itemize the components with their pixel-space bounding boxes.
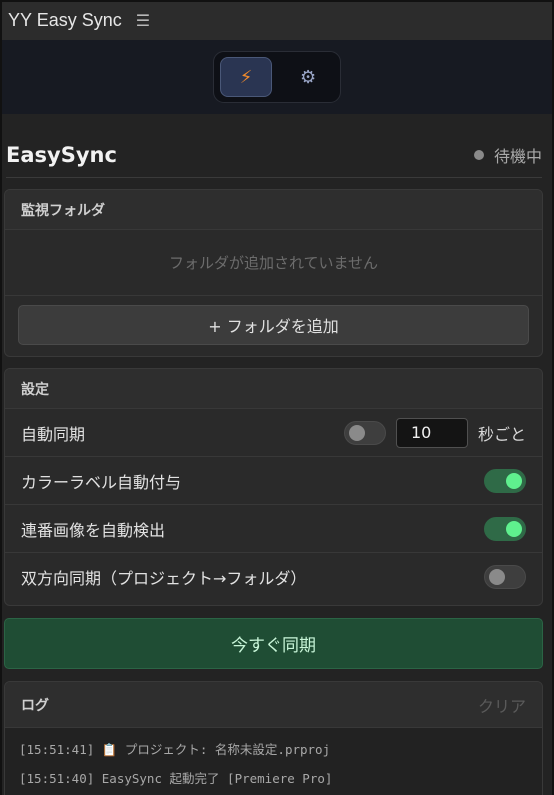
settings-mode-button[interactable]: ⚙ — [282, 57, 334, 97]
bidirectional-label: 双方向同期（プロジェクト→フォルダ） — [21, 569, 307, 588]
hamburger-icon[interactable]: ☰ — [136, 11, 150, 30]
auto-sync-label: 自動同期 — [21, 424, 86, 444]
interval-unit: 秒ごと — [477, 424, 526, 444]
log-line: [15:51:40] EasySync 起動完了 [Premiere Pro] — [19, 771, 333, 786]
bidirectional-toggle[interactable] — [484, 565, 526, 589]
settings-heading: 設定 — [5, 369, 542, 409]
window-title: YY Easy Sync — [8, 9, 122, 30]
mode-switcher: ⚡ ⚙ — [213, 51, 341, 103]
watch-folders-title: 監視フォルダ — [21, 202, 105, 219]
lightning-icon: ⚡ — [239, 66, 253, 88]
sequence-detect-label: 連番画像を自動検出 — [21, 520, 166, 540]
mode-bar: ⚡ ⚙ — [0, 40, 554, 114]
sync-interval-input[interactable] — [395, 417, 468, 448]
color-label-toggle[interactable] — [484, 468, 526, 493]
settings-panel: 設定 自動同期 秒ごと カラーラベル自動付与 連番画像を自動検出 双方向同期（プ… — [4, 368, 543, 606]
status-dot-icon — [473, 149, 484, 160]
status-indicator: 待機中 — [473, 143, 542, 167]
auto-sync-toggle[interactable] — [343, 420, 386, 445]
log-title: ログ — [21, 697, 49, 714]
sequence-detect-toggle[interactable] — [484, 516, 526, 541]
app-title: EasySync — [6, 142, 117, 167]
settings-title: 設定 — [21, 381, 49, 398]
sequence-detect-row: 連番画像を自動検出 — [5, 505, 542, 553]
auto-sync-row: 自動同期 秒ごと — [5, 409, 542, 457]
log-line: [15:51:41] 📋 プロジェクト: 名称未設定.prproj — [19, 742, 331, 757]
bidirectional-row: 双方向同期（プロジェクト→フォルダ） — [5, 553, 542, 601]
clear-log-button[interactable]: クリア — [478, 693, 526, 717]
sync-now-button[interactable]: 今すぐ同期 — [4, 618, 543, 669]
gear-icon: ⚙ — [299, 66, 317, 88]
log-heading: ログ クリア — [5, 682, 542, 728]
log-list: [15:51:41] 📋 プロジェクト: 名称未設定.prproj [15:51… — [5, 728, 542, 795]
title-bar: YY Easy Sync ☰ — [0, 0, 554, 40]
color-label-label: カラーラベル自動付与 — [21, 472, 182, 492]
watch-folders-panel: 監視フォルダ フォルダが追加されていません + フォルダを追加 — [4, 189, 543, 357]
app-header: EasySync 待機中 — [6, 132, 542, 178]
color-label-row: カラーラベル自動付与 — [5, 457, 542, 505]
status-text: 待機中 — [493, 146, 542, 166]
empty-folders-message: フォルダが追加されていません — [5, 230, 542, 296]
watch-folders-heading: 監視フォルダ — [5, 190, 542, 230]
add-folder-button[interactable]: + フォルダを追加 — [18, 305, 529, 345]
log-panel: ログ クリア [15:51:41] 📋 プロジェクト: 名称未設定.prproj… — [4, 681, 543, 795]
lightning-mode-button[interactable]: ⚡ — [220, 57, 273, 97]
